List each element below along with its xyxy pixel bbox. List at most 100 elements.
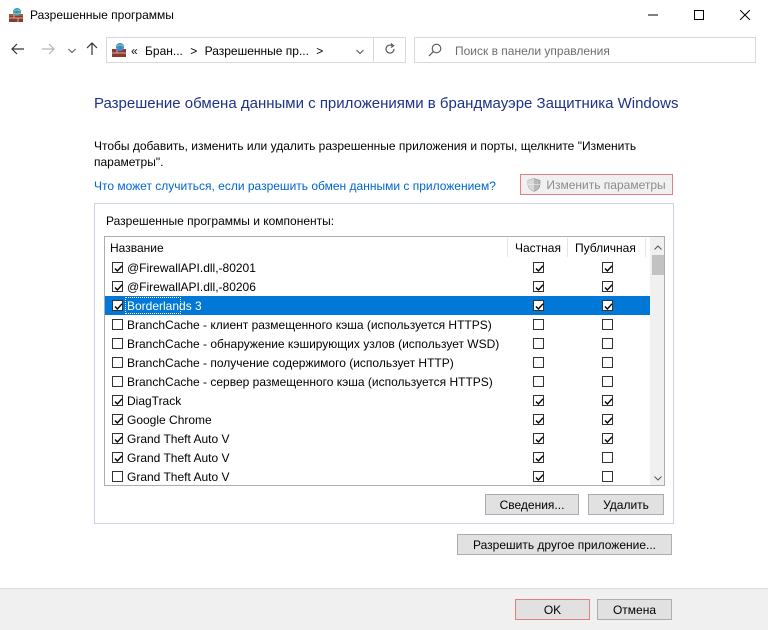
table-row[interactable]: BranchCache - клиент размещенного кэша (…	[105, 315, 650, 334]
private-checkbox[interactable]	[533, 395, 544, 406]
private-checkbox[interactable]	[533, 319, 544, 330]
public-checkbox[interactable]	[602, 376, 613, 387]
public-checkbox[interactable]	[602, 395, 613, 406]
refresh-icon	[384, 42, 396, 58]
public-checkbox[interactable]	[602, 338, 613, 349]
scroll-down-button[interactable]	[650, 468, 664, 485]
table-row[interactable]: BranchCache - получение содержимого (исп…	[105, 353, 650, 372]
address-dropdown-button[interactable]	[351, 42, 369, 60]
enable-checkbox[interactable]	[112, 262, 123, 273]
up-button[interactable]	[82, 40, 102, 60]
arrow-up-icon	[86, 41, 98, 59]
column-header-public[interactable]: Публичная	[575, 241, 636, 255]
enable-checkbox[interactable]	[112, 471, 123, 482]
column-header-name[interactable]: Название	[110, 241, 164, 255]
checkmark-icon	[604, 303, 613, 311]
private-checkbox[interactable]	[533, 433, 544, 444]
checkmark-icon	[604, 436, 613, 444]
help-link[interactable]: Что может случиться, если разрешить обме…	[94, 179, 496, 193]
table-row[interactable]: BranchCache - обнаружение кэширующих узл…	[105, 334, 650, 353]
maximize-icon	[694, 10, 704, 20]
private-checkbox[interactable]	[533, 376, 544, 387]
arrow-right-icon	[41, 43, 55, 58]
public-checkbox[interactable]	[602, 300, 613, 311]
table-row[interactable]: @FirewallAPI.dll,-80201	[105, 258, 650, 277]
change-settings-label: Изменить параметры	[546, 177, 666, 192]
enable-checkbox[interactable]	[112, 433, 123, 444]
private-checkbox[interactable]	[533, 300, 544, 311]
scroll-up-button[interactable]	[650, 237, 664, 254]
table-row[interactable]: @FirewallAPI.dll,-80206	[105, 277, 650, 296]
table-row[interactable]: DiagTrack	[105, 391, 650, 410]
chevron-down-icon	[356, 44, 364, 58]
checkmark-icon	[535, 265, 544, 273]
back-button[interactable]	[8, 40, 28, 60]
breadcrumb-separator[interactable]: >	[190, 44, 197, 58]
cancel-button[interactable]: Отмена	[597, 599, 672, 620]
enable-checkbox[interactable]	[112, 376, 123, 387]
maximize-button[interactable]	[676, 0, 722, 30]
enable-checkbox[interactable]	[112, 300, 123, 311]
recent-locations-button[interactable]	[62, 40, 82, 60]
private-checkbox[interactable]	[533, 357, 544, 368]
private-checkbox[interactable]	[533, 414, 544, 425]
public-checkbox[interactable]	[602, 281, 613, 292]
enable-checkbox[interactable]	[112, 414, 123, 425]
scroll-thumb[interactable]	[652, 255, 664, 275]
table-row[interactable]: Grand Theft Auto V	[105, 429, 650, 448]
table-row[interactable]: Borderlands 3	[105, 296, 650, 315]
address-bar[interactable]: « Бран... > Разрешенные пр... >	[106, 37, 406, 63]
table-row[interactable]: Grand Theft Auto V	[105, 467, 650, 485]
program-name: Google Chrome	[127, 413, 212, 427]
details-button[interactable]: Сведения...	[485, 494, 579, 515]
column-divider[interactable]	[567, 238, 568, 257]
public-checkbox[interactable]	[602, 319, 613, 330]
table-row[interactable]: Grand Theft Auto V	[105, 448, 650, 467]
public-checkbox[interactable]	[602, 471, 613, 482]
enable-checkbox[interactable]	[112, 319, 123, 330]
table-row[interactable]: BranchCache - сервер размещенного кэша (…	[105, 372, 650, 391]
public-checkbox[interactable]	[602, 357, 613, 368]
breadcrumb-item[interactable]: Бран...	[145, 44, 183, 58]
private-checkbox[interactable]	[533, 338, 544, 349]
column-divider[interactable]	[645, 238, 646, 257]
table-row[interactable]: Google Chrome	[105, 410, 650, 429]
enable-checkbox[interactable]	[112, 338, 123, 349]
firewall-icon	[111, 42, 127, 58]
firewall-app-icon	[8, 7, 24, 23]
enable-checkbox[interactable]	[112, 357, 123, 368]
enable-checkbox[interactable]	[112, 281, 123, 292]
minimize-button[interactable]	[630, 0, 676, 30]
search-input[interactable]: Поиск в панели управления	[455, 44, 610, 58]
private-checkbox[interactable]	[533, 471, 544, 482]
close-button[interactable]	[722, 0, 768, 30]
change-settings-button[interactable]: Изменить параметры	[520, 174, 673, 195]
list-header: Название Частная Публичная	[105, 237, 650, 258]
forward-button[interactable]	[38, 40, 58, 60]
vertical-scrollbar[interactable]	[650, 237, 664, 485]
remove-button[interactable]: Удалить	[588, 494, 664, 515]
enable-checkbox[interactable]	[112, 452, 123, 463]
column-header-private[interactable]: Частная	[515, 241, 561, 255]
breadcrumb-item[interactable]: Разрешенные пр...	[205, 44, 309, 58]
allowed-programs-group: Разрешенные программы и компоненты: Назв…	[94, 203, 674, 524]
program-name: DiagTrack	[127, 394, 182, 408]
public-checkbox[interactable]	[602, 414, 613, 425]
public-checkbox[interactable]	[602, 262, 613, 273]
checkmark-icon	[114, 265, 123, 273]
public-checkbox[interactable]	[602, 452, 613, 463]
breadcrumb-separator[interactable]: >	[316, 44, 323, 58]
search-field[interactable]: Поиск в панели управления	[414, 37, 756, 63]
allowed-programs-list[interactable]: Название Частная Публичная @FirewallAPI.…	[104, 236, 665, 486]
dialog-footer: OK Отмена	[0, 588, 768, 630]
column-divider[interactable]	[507, 238, 508, 257]
public-checkbox[interactable]	[602, 433, 613, 444]
private-checkbox[interactable]	[533, 281, 544, 292]
private-checkbox[interactable]	[533, 452, 544, 463]
allow-another-app-button[interactable]: Разрешить другое приложение...	[457, 534, 672, 555]
enable-checkbox[interactable]	[112, 395, 123, 406]
private-checkbox[interactable]	[533, 262, 544, 273]
refresh-button[interactable]	[373, 38, 405, 62]
ok-button[interactable]: OK	[515, 599, 590, 620]
breadcrumb-overflow[interactable]: «	[131, 44, 138, 58]
